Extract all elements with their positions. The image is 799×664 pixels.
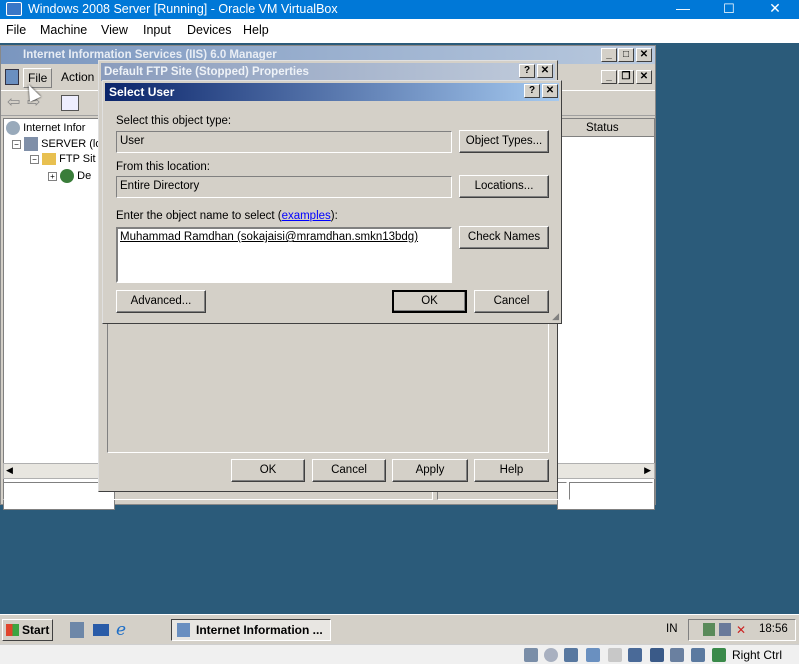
- iis-child-minimize-button[interactable]: _: [601, 70, 617, 84]
- tree-node-server[interactable]: − SERVER (lo: [12, 137, 101, 151]
- iis-minimize-button[interactable]: _: [601, 48, 617, 62]
- show-hide-tree-icon[interactable]: [61, 95, 79, 111]
- properties-cancel-button[interactable]: Cancel: [312, 459, 386, 482]
- ok-button[interactable]: OK: [392, 290, 467, 313]
- host-menu-help[interactable]: Help: [243, 23, 269, 37]
- column-header-status[interactable]: Status: [558, 119, 654, 137]
- internet-explorer-icon[interactable]: e: [116, 620, 126, 640]
- hard-disk-icon[interactable]: [524, 648, 538, 662]
- properties-ok-button[interactable]: OK: [231, 459, 305, 482]
- mouse-integration-icon[interactable]: [691, 648, 705, 662]
- network-icon[interactable]: [703, 623, 715, 636]
- shared-folders-icon[interactable]: [608, 648, 622, 662]
- language-indicator[interactable]: IN: [666, 623, 678, 635]
- properties-apply-button[interactable]: Apply: [392, 459, 468, 482]
- host-menubar: File Machine View Input Devices Help: [0, 19, 799, 43]
- optical-drive-icon[interactable]: [544, 648, 558, 662]
- server-icon: [24, 137, 39, 151]
- host-menu-view[interactable]: View: [101, 23, 128, 37]
- host-statusbar: Right Ctrl: [0, 644, 799, 664]
- iis-close-button[interactable]: ✕: [636, 48, 652, 62]
- properties-help-button[interactable]: Help: [474, 459, 549, 482]
- examples-link[interactable]: examples: [282, 210, 331, 222]
- locations-button[interactable]: Locations...: [459, 175, 549, 198]
- host-maximize-button[interactable]: ☐: [706, 0, 752, 19]
- taskbar: Start e Internet Information ... IN ✕ 18…: [0, 614, 799, 644]
- host-window-title: Windows 2008 Server [Running] - Oracle V…: [28, 2, 338, 16]
- host-menu-input[interactable]: Input: [143, 23, 171, 37]
- show-desktop-icon[interactable]: [93, 624, 109, 636]
- properties-tab-panel: [107, 323, 549, 453]
- taskbar-item-iis-manager[interactable]: Internet Information ...: [171, 619, 331, 641]
- video-capture-icon[interactable]: [650, 648, 664, 662]
- iis-app-icon: [5, 69, 19, 85]
- audio-icon[interactable]: [564, 648, 578, 662]
- location-label: From this location:: [116, 161, 210, 173]
- properties-help-icon[interactable]: ?: [519, 64, 535, 78]
- host-menu-machine[interactable]: Machine: [40, 23, 87, 37]
- select-user-help-icon[interactable]: ?: [524, 84, 540, 98]
- tree-node-ftp-sites[interactable]: − FTP Sit: [30, 153, 96, 166]
- host-menu-file[interactable]: File: [6, 23, 26, 37]
- host-titlebar: Windows 2008 Server [Running] - Oracle V…: [0, 0, 799, 19]
- iis-menu-action[interactable]: Action: [61, 70, 94, 84]
- host-close-button[interactable]: ✕: [752, 0, 798, 19]
- check-names-button[interactable]: Check Names: [459, 226, 549, 249]
- iis-root-icon: [6, 121, 20, 135]
- host-minimize-button[interactable]: —: [660, 0, 706, 19]
- object-types-button[interactable]: Object Types...: [459, 130, 549, 153]
- virtualbox-icon: [6, 2, 22, 16]
- iis-detail-pane: Status: [557, 118, 655, 510]
- select-user-dialog: Select User ? ✕ Select this object type:…: [102, 80, 562, 324]
- start-button[interactable]: Start: [2, 619, 53, 641]
- object-name-label: Enter the object name to select (example…: [116, 210, 338, 222]
- collapse-icon[interactable]: −: [12, 139, 21, 149]
- iis-child-restore-button[interactable]: ❐: [618, 70, 634, 84]
- status-cell: [569, 482, 653, 500]
- volume-muted-icon[interactable]: ✕: [736, 623, 746, 637]
- select-user-close-button[interactable]: ✕: [542, 84, 558, 98]
- host-key-label: Right Ctrl: [732, 648, 783, 662]
- windows-logo-icon: [6, 624, 19, 636]
- usb-icon[interactable]: [586, 648, 600, 662]
- object-type-field: User: [116, 131, 452, 153]
- cancel-button[interactable]: Cancel: [474, 290, 549, 313]
- object-type-label: Select this object type:: [116, 115, 232, 127]
- network-adapter-icon[interactable]: [670, 648, 684, 662]
- collapse-icon[interactable]: −: [30, 154, 39, 164]
- advanced-button[interactable]: Advanced...: [116, 290, 206, 313]
- display-icon[interactable]: [628, 648, 642, 662]
- scroll-right-icon[interactable]: ▶: [644, 465, 651, 476]
- network-icon[interactable]: [719, 623, 731, 636]
- tree-node-root[interactable]: Internet Infor: [6, 121, 85, 135]
- back-arrow-icon[interactable]: ⇦: [7, 94, 20, 112]
- folder-icon: [42, 153, 57, 166]
- properties-close-button[interactable]: ✕: [537, 64, 553, 78]
- scroll-left-icon[interactable]: ◀: [6, 465, 13, 476]
- system-tray: ✕ 18:56: [688, 619, 796, 641]
- iis-maximize-button[interactable]: □: [618, 48, 634, 62]
- resize-grip-icon[interactable]: ◢: [552, 311, 559, 322]
- globe-icon: [60, 169, 75, 183]
- location-field: Entire Directory: [116, 176, 452, 198]
- host-key-icon[interactable]: [712, 648, 726, 662]
- clock[interactable]: 18:56: [759, 623, 788, 635]
- object-name-input[interactable]: Muhammad Ramdhan (sokajaisi@mramdhan.smk…: [116, 227, 452, 283]
- server-manager-icon[interactable]: [70, 622, 84, 638]
- tree-node-default-ftp-site[interactable]: + De: [48, 169, 91, 183]
- expand-icon[interactable]: +: [48, 171, 57, 181]
- iis-child-close-button[interactable]: ✕: [636, 70, 652, 84]
- iis-app-icon: [177, 623, 190, 637]
- host-menu-devices[interactable]: Devices: [187, 23, 231, 37]
- properties-titlebar: Default FTP Site (Stopped) Properties: [101, 63, 555, 81]
- select-user-titlebar: Select User: [105, 83, 559, 101]
